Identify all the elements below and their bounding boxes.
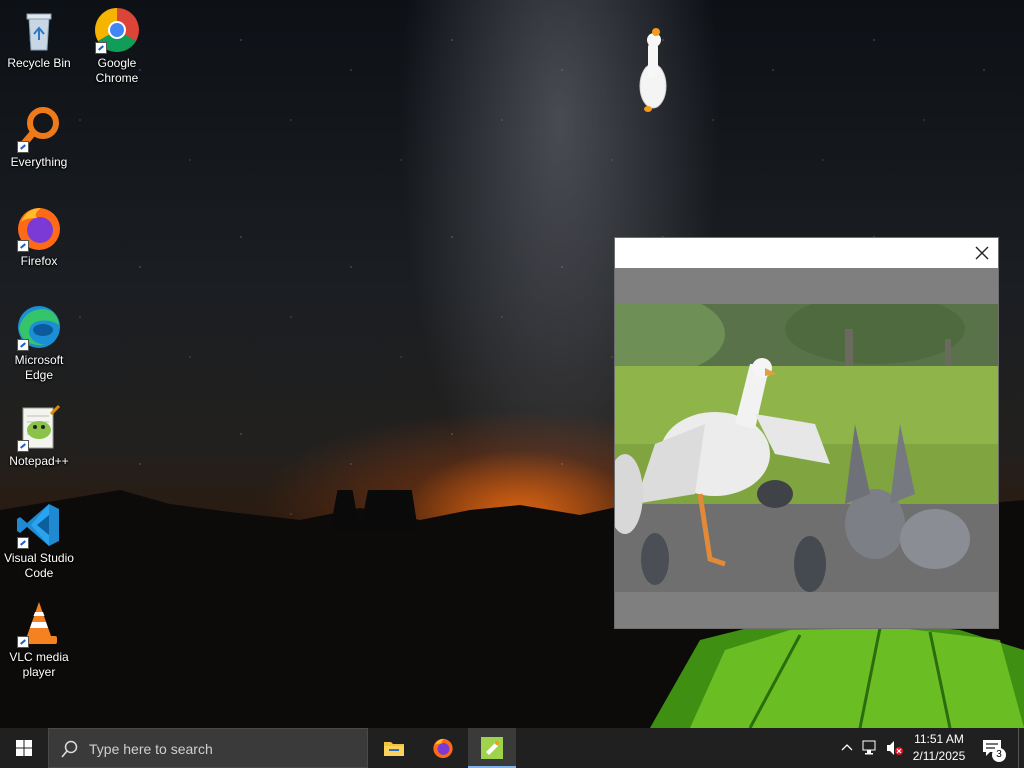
close-icon bbox=[975, 246, 989, 260]
clock-date: 2/11/2025 bbox=[912, 749, 966, 763]
desktop-icon-everything[interactable]: Everything bbox=[0, 105, 78, 170]
taskbar-search-box[interactable]: Type here to search bbox=[48, 728, 368, 768]
edge-icon bbox=[15, 303, 63, 351]
start-button[interactable] bbox=[0, 728, 48, 768]
desktop-icon-google-chrome[interactable]: Google Chrome bbox=[78, 6, 156, 86]
network-icon bbox=[862, 740, 876, 755]
clock-time: 11:51 AM bbox=[914, 732, 964, 746]
desktop-goose[interactable] bbox=[636, 28, 670, 114]
window-titlebar[interactable] bbox=[615, 238, 998, 268]
windows-logo-icon bbox=[16, 740, 32, 756]
everything-search-icon bbox=[15, 105, 63, 153]
desktop-icon-vscode[interactable]: Visual Studio Code bbox=[0, 501, 78, 581]
shortcut-arrow-icon bbox=[17, 440, 29, 452]
desktop-icon-label: Firefox bbox=[20, 254, 58, 268]
notepadpp-icon bbox=[15, 404, 63, 452]
taskbar-app-firefox[interactable] bbox=[419, 728, 467, 768]
gif-popup-window[interactable] bbox=[614, 237, 999, 629]
desktop-icon-label: Recycle Bin bbox=[7, 56, 71, 70]
goose-app-icon bbox=[481, 737, 503, 759]
shortcut-arrow-icon bbox=[17, 240, 29, 252]
desktop-icon-label: Visual Studio Code bbox=[4, 551, 74, 580]
taskbar-app-file-explorer[interactable] bbox=[370, 728, 418, 768]
firefox-icon bbox=[15, 204, 63, 252]
desktop-icon-label: Google Chrome bbox=[95, 56, 139, 85]
shortcut-arrow-icon bbox=[95, 42, 107, 54]
notification-count-badge: 3 bbox=[992, 748, 1006, 762]
recycle-bin-icon bbox=[15, 6, 63, 54]
show-desktop-button[interactable] bbox=[1018, 728, 1024, 768]
chrome-icon bbox=[93, 6, 141, 54]
vlc-icon bbox=[15, 600, 63, 648]
desktop-icon-recycle-bin[interactable]: Recycle Bin bbox=[0, 6, 78, 71]
network-tray-button[interactable] bbox=[860, 728, 882, 768]
desktop-icon-label: VLC media player bbox=[9, 650, 69, 679]
desktop-icon-label: Everything bbox=[10, 155, 68, 169]
action-center-button[interactable]: 3 bbox=[978, 728, 1010, 768]
vscode-icon bbox=[15, 501, 63, 549]
desktop-icon-vlc[interactable]: VLC media player bbox=[0, 600, 78, 680]
desktop-icon-notepadpp[interactable]: Notepad++ bbox=[0, 404, 78, 469]
shortcut-arrow-icon bbox=[17, 636, 29, 648]
goose-gif-frame bbox=[615, 304, 998, 592]
desktop-icon-microsoft-edge[interactable]: Microsoft Edge bbox=[0, 303, 78, 383]
search-placeholder: Type here to search bbox=[89, 741, 213, 757]
volume-tray-button[interactable] bbox=[884, 728, 906, 768]
chevron-up-icon bbox=[841, 744, 853, 751]
shortcut-arrow-icon bbox=[17, 339, 29, 351]
desktop-icon-label: Notepad++ bbox=[9, 454, 69, 468]
shortcut-arrow-icon bbox=[17, 141, 29, 153]
folder-icon bbox=[384, 742, 404, 756]
search-icon bbox=[61, 740, 78, 758]
firefox-icon bbox=[433, 738, 453, 759]
volume-muted-icon bbox=[887, 741, 903, 755]
goose-and-pigeons-image bbox=[615, 304, 998, 592]
taskbar: Type here to search 11:51 AM 2/11/2025 3 bbox=[0, 728, 1024, 768]
desktop-icon-label: Microsoft Edge bbox=[14, 353, 64, 382]
goose-icon bbox=[639, 28, 667, 112]
desktop-icon-firefox[interactable]: Firefox bbox=[0, 204, 78, 269]
taskbar-app-desktop-goose[interactable] bbox=[468, 728, 516, 768]
show-hidden-icons-button[interactable] bbox=[838, 728, 856, 768]
close-button[interactable] bbox=[974, 245, 990, 261]
tray-clock[interactable]: 11:51 AM 2/11/2025 bbox=[904, 731, 974, 765]
shortcut-arrow-icon bbox=[17, 537, 29, 549]
